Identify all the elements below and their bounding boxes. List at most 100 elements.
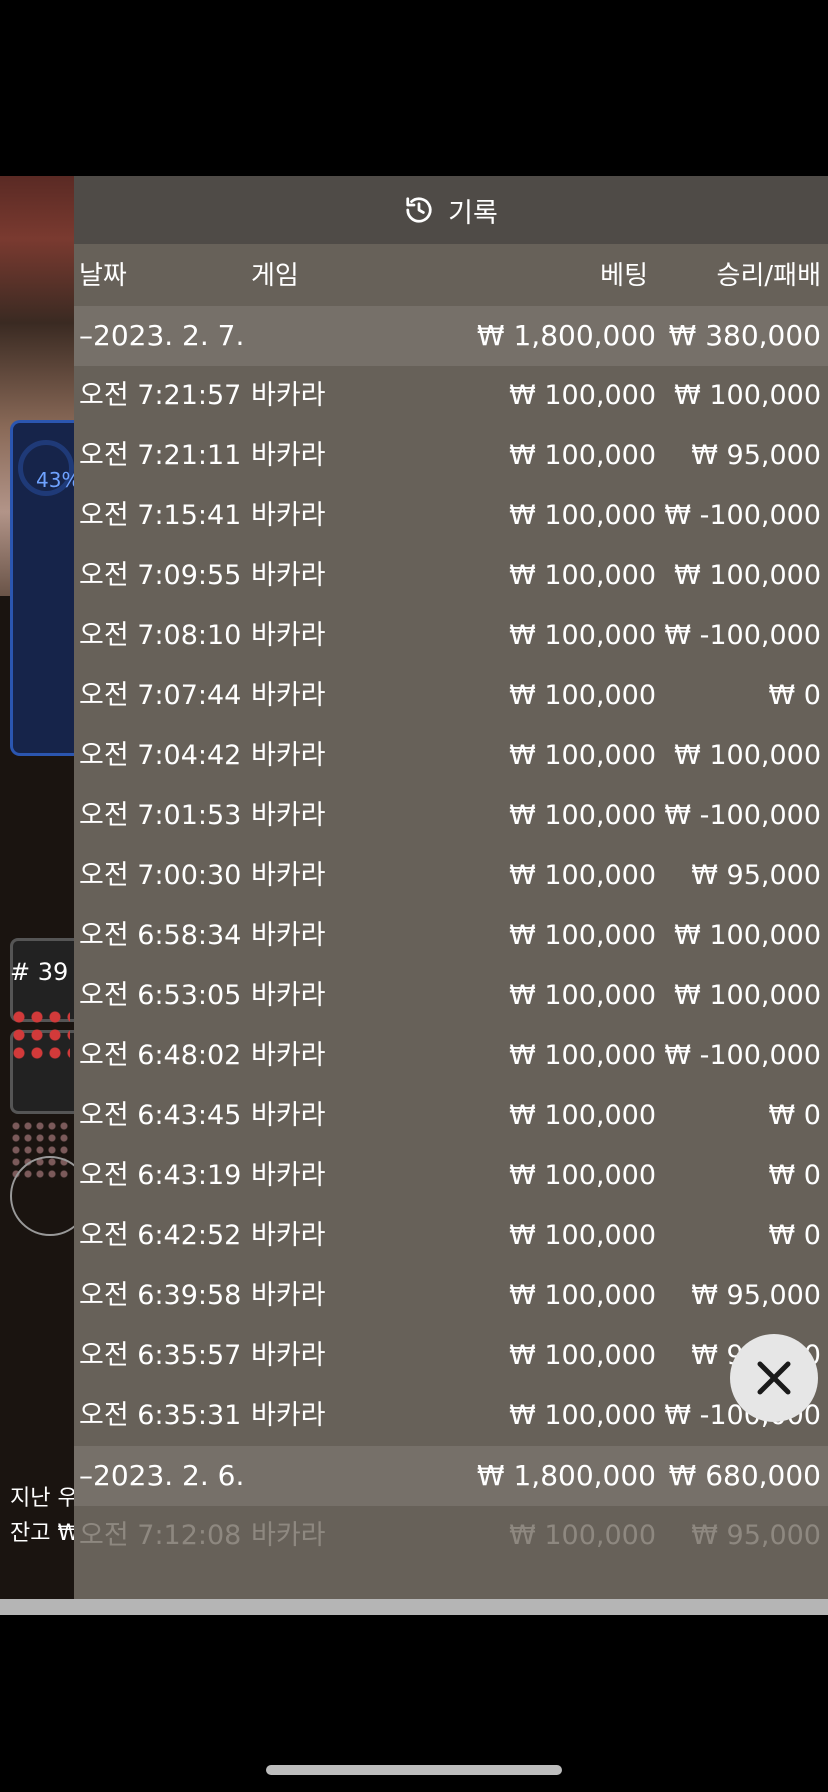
home-indicator[interactable]: [266, 1765, 562, 1775]
day-bet-total: ₩ 1,800,000: [476, 1459, 656, 1492]
row-bet: ₩ 100,000: [509, 680, 656, 711]
history-row[interactable]: 오전 6:35:31 바카라 ₩ 100,000 ₩ -100,000: [74, 1386, 828, 1446]
row-bet: ₩ 100,000: [509, 380, 656, 411]
row-game: 바카라: [251, 680, 326, 711]
history-row[interactable]: 오전 7:21:11 바카라 ₩ 100,000 ₩ 95,000: [74, 426, 828, 486]
row-bet: ₩ 100,000: [509, 1520, 656, 1551]
row-result: ₩ 95,000: [691, 440, 821, 471]
history-row[interactable]: 오전 7:04:42 바카라 ₩ 100,000 ₩ 100,000: [74, 726, 828, 786]
history-header: 기록: [74, 176, 828, 244]
row-bet: ₩ 100,000: [509, 560, 656, 591]
history-row[interactable]: 오전 7:21:57 바카라 ₩ 100,000 ₩ 100,000: [74, 366, 828, 426]
row-game: 바카라: [251, 380, 326, 411]
row-time: 오전 6:35:57: [79, 1340, 242, 1371]
row-result: ₩ -100,000: [664, 800, 821, 831]
history-row[interactable]: 오전 7:00:30 바카라 ₩ 100,000 ₩ 95,000: [74, 846, 828, 906]
row-result: ₩ 95,000: [691, 860, 821, 891]
last-win-label: 지난 우: [10, 1486, 78, 1511]
row-result: ₩ 95,000: [691, 1520, 821, 1551]
row-time: 오전 6:43:45: [79, 1100, 242, 1131]
top-black-bar: [0, 0, 828, 176]
row-game: 바카라: [251, 860, 326, 891]
row-bet: ₩ 100,000: [509, 1280, 656, 1311]
row-bet: ₩ 100,000: [509, 800, 656, 831]
history-row[interactable]: 오전 6:58:34 바카라 ₩ 100,000 ₩ 100,000: [74, 906, 828, 966]
history-row[interactable]: 오전 6:42:52 바카라 ₩ 100,000 ₩ 0: [74, 1206, 828, 1266]
history-icon: [406, 197, 432, 223]
row-game: 바카라: [251, 1160, 326, 1191]
history-title: 기록: [448, 197, 498, 229]
row-result: ₩ 0: [768, 1160, 821, 1191]
row-game: 바카라: [251, 1100, 326, 1131]
row-game: 바카라: [251, 440, 326, 471]
history-row[interactable]: 오전 7:08:10 바카라 ₩ 100,000 ₩ -100,000: [74, 606, 828, 666]
row-time: 오전 7:15:41: [79, 500, 242, 531]
row-bet: ₩ 100,000: [509, 1340, 656, 1371]
day-summary-row[interactable]: –2023. 2. 7. ₩ 1,800,000 ₩ 380,000: [74, 306, 828, 366]
row-result: ₩ 100,000: [674, 740, 821, 771]
row-bet: ₩ 100,000: [509, 980, 656, 1011]
history-row[interactable]: 오전 6:35:57바카라₩ 100,000₩ 95,000: [74, 1326, 828, 1386]
row-time: 오전 6:39:58: [79, 1280, 242, 1311]
row-result: ₩ 100,000: [674, 560, 821, 591]
row-game: 바카라: [251, 1280, 326, 1311]
history-row[interactable]: 오전 7:09:55 바카라 ₩ 100,000 ₩ 100,000: [74, 546, 828, 606]
row-game: 바카라: [251, 920, 326, 951]
row-result: ₩ -100,000: [664, 500, 821, 531]
column-game: 게임: [251, 261, 299, 291]
history-row[interactable]: 오전 7:01:53 바카라 ₩ 100,000 ₩ -100,000: [74, 786, 828, 846]
row-time: 오전 6:48:02: [79, 1040, 242, 1071]
row-game: 바카라: [251, 1520, 326, 1551]
row-bet: ₩ 100,000: [509, 860, 656, 891]
row-game: 바카라: [251, 740, 326, 771]
row-time: 오전 6:42:52: [79, 1220, 242, 1251]
history-row[interactable]: 오전 6:39:58 바카라 ₩ 100,000 ₩ 95,000: [74, 1266, 828, 1326]
row-result: ₩ 0: [768, 680, 821, 711]
day-summary-row[interactable]: –2023. 2. 6. ₩ 1,800,000 ₩ 680,000: [74, 1446, 828, 1506]
close-button[interactable]: [730, 1334, 818, 1422]
row-time: 오전 6:43:19: [79, 1160, 242, 1191]
row-game: 바카라: [251, 1340, 326, 1371]
row-time: 오전 7:01:53: [79, 800, 242, 831]
day-date: –2023. 2. 6.: [79, 1459, 245, 1492]
history-row[interactable]: 오전 6:48:02 바카라 ₩ 100,000 ₩ -100,000: [74, 1026, 828, 1086]
row-bet: ₩ 100,000: [509, 500, 656, 531]
day-result-total: ₩ 380,000: [668, 319, 821, 352]
row-bet: ₩ 100,000: [509, 920, 656, 951]
row-game: 바카라: [251, 1400, 326, 1431]
row-time: 오전 7:04:42: [79, 740, 242, 771]
history-row[interactable]: 오전 6:53:05 바카라 ₩ 100,000 ₩ 100,000: [74, 966, 828, 1026]
day-date: –2023. 2. 7.: [79, 319, 245, 352]
row-game: 바카라: [251, 500, 326, 531]
row-bet: ₩ 100,000: [509, 620, 656, 651]
history-row[interactable]: 오전 7:07:44 바카라 ₩ 100,000 ₩ 0: [74, 666, 828, 726]
row-bet: ₩ 100,000: [509, 1220, 656, 1251]
history-row[interactable]: 오전 7:15:41 바카라 ₩ 100,000 ₩ -100,000: [74, 486, 828, 546]
row-result: ₩ 100,000: [674, 980, 821, 1011]
column-date: 날짜: [79, 261, 127, 291]
history-row[interactable]: 오전 6:43:19 바카라 ₩ 100,000 ₩ 0: [74, 1146, 828, 1206]
row-result: ₩ 100,000: [674, 380, 821, 411]
game-background: [0, 176, 74, 1599]
row-bet: ₩ 100,000: [509, 1040, 656, 1071]
row-game: 바카라: [251, 1220, 326, 1251]
row-time: 오전 6:35:31: [79, 1400, 242, 1431]
history-row[interactable]: 오전 6:43:45 바카라 ₩ 100,000 ₩ 0: [74, 1086, 828, 1146]
row-bet: ₩ 100,000: [509, 1100, 656, 1131]
row-time: 오전 7:21:57: [79, 380, 242, 411]
row-result: ₩ 0: [768, 1100, 821, 1131]
row-time: 오전 6:53:05: [79, 980, 242, 1011]
row-result: ₩ 0: [768, 1220, 821, 1251]
row-result: ₩ 95,000: [691, 1280, 821, 1311]
row-result: ₩ 100,000: [674, 920, 821, 951]
round-number: # 39: [10, 958, 69, 986]
row-time: 오전 7:08:10: [79, 620, 242, 651]
history-row[interactable]: 오전 7:12:08 바카라 ₩ 100,000 ₩ 95,000: [74, 1506, 828, 1566]
row-result: ₩ -100,000: [664, 1040, 821, 1071]
row-game: 바카라: [251, 980, 326, 1011]
row-bet: ₩ 100,000: [509, 1400, 656, 1431]
row-time: 오전 6:58:34: [79, 920, 242, 951]
history-panel: 기록 날짜 게임 베팅 승리/패배 –2023. 2. 7. ₩ 1,800,00…: [74, 176, 828, 1599]
row-time: 오전 7:00:30: [79, 860, 242, 891]
column-result: 승리/패배: [716, 261, 821, 291]
